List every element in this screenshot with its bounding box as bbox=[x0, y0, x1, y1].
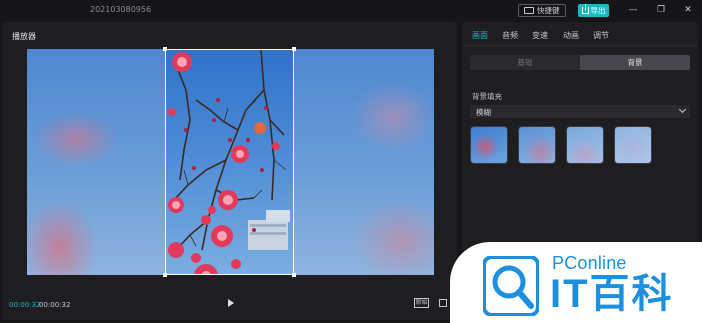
export-label: 导出 bbox=[590, 6, 606, 15]
aspect-ratio-button[interactable]: 原始 bbox=[414, 298, 429, 308]
tab-animation[interactable]: 动画 bbox=[563, 30, 579, 41]
segmented-control: 基础 背景 bbox=[470, 55, 690, 70]
tab-speed[interactable]: 变速 bbox=[532, 30, 548, 41]
blur-option-3[interactable] bbox=[566, 126, 604, 164]
fill-type-value: 模糊 bbox=[476, 108, 491, 117]
segment-background[interactable]: 背景 bbox=[580, 55, 690, 70]
blur-option-1[interactable] bbox=[470, 126, 508, 164]
player-panel: 播放器 00:00:32 00:00:32 原始 bbox=[2, 22, 457, 320]
watermark-it-text: IT百科 bbox=[550, 272, 674, 316]
minimize-icon[interactable]: — bbox=[628, 5, 638, 15]
resize-handle[interactable] bbox=[163, 273, 167, 277]
title-bar: 202103080956 快捷键 导出 — ❐ ✕ bbox=[0, 0, 702, 20]
pconline-logo-icon bbox=[483, 256, 539, 316]
resize-handle[interactable] bbox=[163, 47, 167, 51]
segment-basic[interactable]: 基础 bbox=[470, 55, 580, 70]
resize-handle[interactable] bbox=[292, 47, 296, 51]
current-time: 00:00:32 bbox=[9, 301, 41, 309]
pconline-watermark: PConline IT百科 bbox=[450, 242, 702, 323]
chevron-down-icon bbox=[678, 105, 687, 114]
player-title: 播放器 bbox=[12, 32, 36, 41]
keyboard-icon bbox=[524, 7, 534, 14]
export-button[interactable]: 导出 bbox=[578, 4, 609, 17]
blur-option-2[interactable] bbox=[518, 126, 556, 164]
close-icon[interactable]: ✕ bbox=[683, 5, 693, 15]
video-frame[interactable] bbox=[165, 49, 294, 275]
tab-bar: 画面 音频 变速 动画 调节 bbox=[462, 22, 698, 46]
background-fill-label: 背景填充 bbox=[472, 92, 502, 101]
fullscreen-icon[interactable] bbox=[439, 299, 447, 307]
maximize-icon[interactable]: ❐ bbox=[656, 5, 666, 15]
total-time: 00:00:32 bbox=[39, 301, 71, 309]
upload-icon bbox=[581, 4, 589, 14]
tab-picture[interactable]: 画面 bbox=[472, 30, 488, 41]
shortcut-label: 快捷键 bbox=[537, 6, 560, 15]
tab-adjust[interactable]: 调节 bbox=[593, 30, 609, 41]
project-title: 202103080956 bbox=[90, 5, 152, 14]
shortcut-button[interactable]: 快捷键 bbox=[518, 4, 566, 17]
tab-audio[interactable]: 音频 bbox=[502, 30, 518, 41]
watermark-pconline-text: PConline bbox=[552, 253, 627, 273]
plum-blossom-image bbox=[168, 50, 290, 274]
fill-type-select[interactable]: 模糊 bbox=[470, 105, 690, 118]
blur-option-4[interactable] bbox=[614, 126, 652, 164]
play-icon[interactable] bbox=[228, 299, 234, 307]
resize-handle[interactable] bbox=[292, 273, 296, 277]
